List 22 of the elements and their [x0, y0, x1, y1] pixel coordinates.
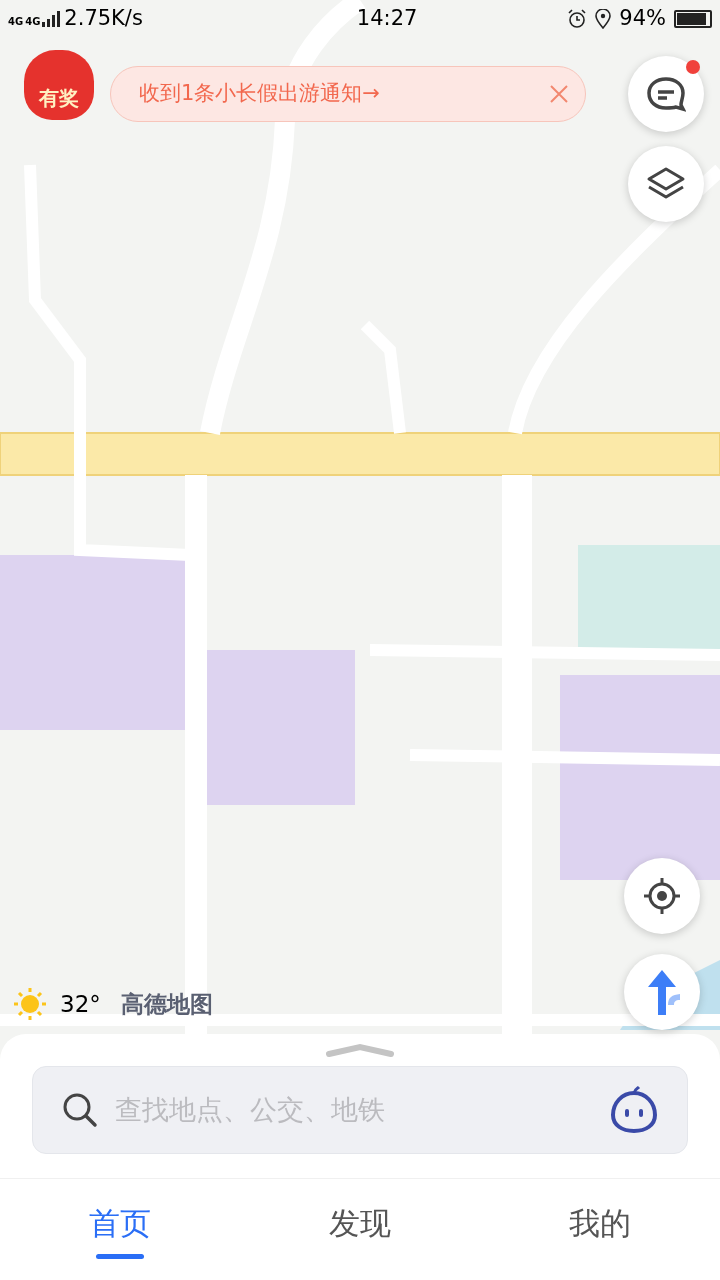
collapse-handle[interactable]: [325, 1042, 395, 1058]
network-label: 4G: [25, 17, 41, 27]
clock: 14:27: [356, 5, 418, 33]
alarm-icon: [567, 9, 588, 29]
tab[interactable]: 我的: [480, 1179, 720, 1280]
notification-banner[interactable]: 收到1条小长假出游通知→: [110, 66, 586, 122]
battery-icon: [674, 10, 712, 28]
tab[interactable]: 发现: [240, 1179, 480, 1280]
network-speed: 2.75K/s: [64, 5, 143, 33]
signal-icon: [42, 11, 61, 27]
crosshair-icon: [642, 876, 682, 916]
tab[interactable]: 首页: [0, 1179, 240, 1280]
sun-icon: [12, 986, 48, 1022]
notification-text: 收到1条小长假出游通知→: [139, 80, 381, 108]
assistant-face-icon[interactable]: [609, 1085, 659, 1135]
battery-percent: 94%: [619, 5, 666, 33]
chat-icon: [646, 76, 686, 112]
location-icon: [595, 9, 612, 29]
temperature: 32°: [60, 989, 101, 1019]
map-logo: 高德地图: [120, 989, 213, 1019]
network-label: 4G: [8, 17, 24, 27]
search-icon: [61, 1091, 99, 1129]
